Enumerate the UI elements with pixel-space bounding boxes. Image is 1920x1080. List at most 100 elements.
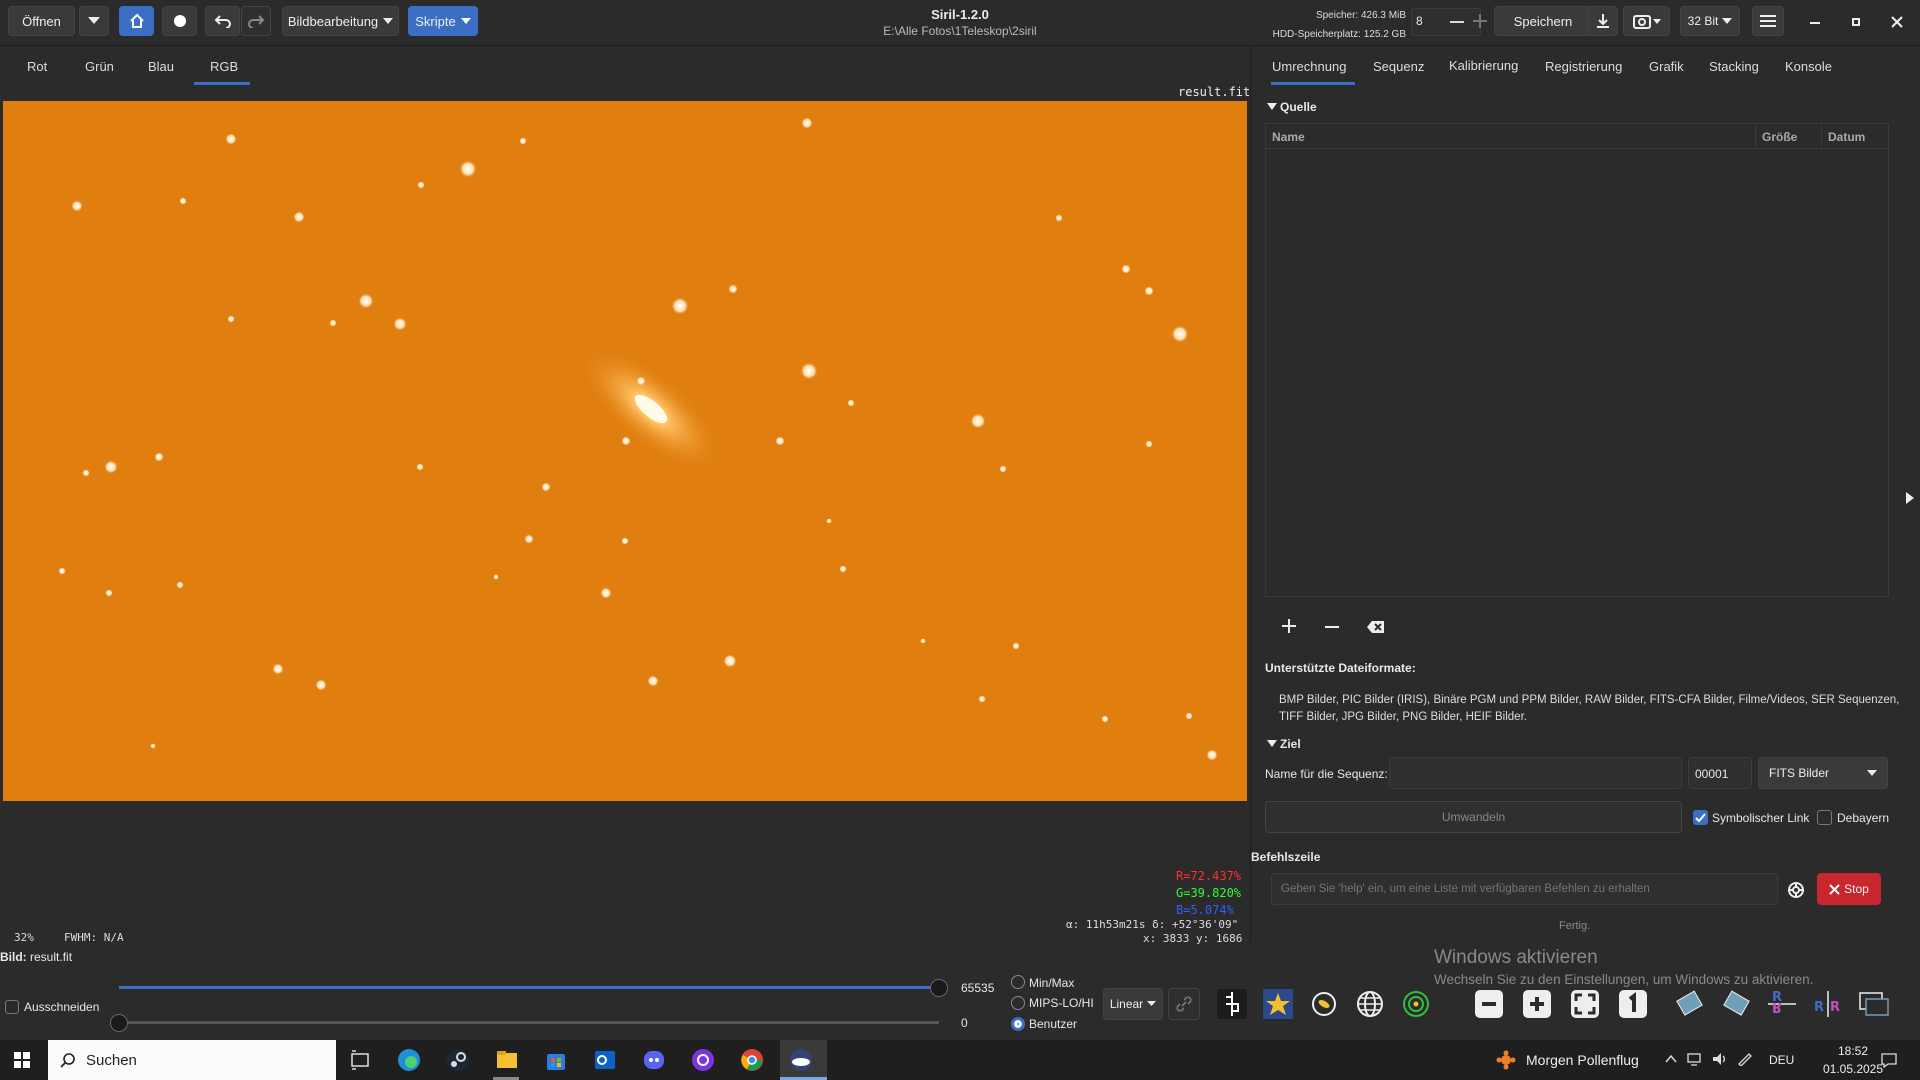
stretch-select[interactable]: Linear xyxy=(1103,988,1163,1020)
tray-icons[interactable] xyxy=(1664,1052,1753,1066)
zoom-fit-icon[interactable] xyxy=(1570,989,1600,1019)
zoom-in-icon[interactable] xyxy=(1522,989,1552,1019)
window-path: E:\Alle Fotos\1Teleskop\2siril xyxy=(883,24,1037,38)
save-button[interactable]: Speichern xyxy=(1494,6,1592,36)
astro-image[interactable] xyxy=(3,101,1247,801)
col-size[interactable]: Größe xyxy=(1756,124,1822,149)
browser-icon[interactable] xyxy=(691,1048,715,1072)
remove-file-button[interactable] xyxy=(1325,626,1339,628)
store-icon[interactable] xyxy=(544,1048,568,1072)
max-slider-handle[interactable] xyxy=(930,979,948,997)
close-button[interactable] xyxy=(1890,15,1904,29)
toggle-icon-group xyxy=(1217,989,1431,1019)
radio-minmax[interactable] xyxy=(1011,975,1025,989)
main-menu-button[interactable] xyxy=(1752,6,1784,36)
min-slider-handle[interactable] xyxy=(110,1014,128,1032)
siril-active-indicator xyxy=(780,1040,827,1080)
windows-icon xyxy=(14,1052,30,1068)
source-section-header[interactable]: Quelle xyxy=(1267,100,1317,114)
recent-dropdown-button[interactable] xyxy=(79,6,109,36)
undo-button[interactable] xyxy=(205,6,240,36)
image-viewer[interactable]: result.fit 32% FWHM: N/A R=72.437% G=39.… xyxy=(0,85,1250,947)
galaxy-search-icon[interactable] xyxy=(1309,989,1339,1019)
rotate-right-icon[interactable] xyxy=(1720,989,1752,1019)
stop-label: Stop xyxy=(1844,882,1869,896)
task-view-icon[interactable] xyxy=(348,1048,372,1072)
bitdepth-menu[interactable]: 32 Bit xyxy=(1680,6,1740,36)
radio-user[interactable] xyxy=(1011,1017,1025,1031)
threads-increment[interactable] xyxy=(1473,14,1487,28)
stop-button[interactable]: Stop xyxy=(1817,873,1881,905)
threads-spinner[interactable]: 8 xyxy=(1411,8,1481,36)
col-name[interactable]: Name xyxy=(1266,124,1756,149)
start-button[interactable] xyxy=(14,1052,30,1068)
rotate-left-icon[interactable] xyxy=(1674,989,1706,1019)
steam-icon[interactable] xyxy=(446,1048,470,1072)
mirror-x-icon[interactable]: RR xyxy=(1766,989,1798,1019)
tab-calibration[interactable]: Kalibrierung xyxy=(1449,58,1518,73)
display-settings-icon[interactable] xyxy=(1858,989,1890,1019)
chrome-icon[interactable] xyxy=(740,1048,764,1072)
add-file-button[interactable] xyxy=(1282,619,1296,633)
panel-toggle-arrow[interactable] xyxy=(1906,492,1914,504)
crop-checkbox[interactable] xyxy=(5,1000,19,1014)
maximize-button[interactable] xyxy=(1852,18,1860,26)
min-slider[interactable] xyxy=(119,1021,939,1024)
color-toggle-icon[interactable] xyxy=(1217,989,1247,1019)
tab-conversion[interactable]: Umrechnung xyxy=(1272,59,1346,74)
tab-blue[interactable]: Blau xyxy=(148,59,174,74)
tab-stacking[interactable]: Stacking xyxy=(1709,59,1759,74)
zoom-out-icon[interactable] xyxy=(1474,989,1504,1019)
command-input[interactable] xyxy=(1271,873,1778,905)
col-date[interactable]: Datum xyxy=(1822,124,1888,149)
target-section-header[interactable]: Ziel xyxy=(1267,737,1301,751)
open-button[interactable]: Öffnen xyxy=(8,6,75,36)
plus-icon xyxy=(1473,14,1487,28)
taskbar-search[interactable]: Suchen xyxy=(48,1040,336,1080)
save-as-button[interactable] xyxy=(1588,6,1618,36)
discord-icon[interactable] xyxy=(642,1048,666,1072)
bitdepth-label: 32 Bit xyxy=(1687,14,1719,28)
outlook-icon[interactable] xyxy=(593,1048,617,1072)
annotate-icon[interactable] xyxy=(1263,989,1293,1019)
output-format-select[interactable]: FITS Bilder xyxy=(1758,757,1888,789)
command-help-button[interactable] xyxy=(1787,881,1805,899)
tab-rgb[interactable]: RGB xyxy=(210,59,238,74)
home-button[interactable] xyxy=(119,6,154,36)
tab-graph[interactable]: Grafik xyxy=(1649,59,1684,74)
tab-console[interactable]: Konsole xyxy=(1785,59,1832,74)
sequence-name-input[interactable] xyxy=(1389,757,1682,789)
clock-time[interactable]: 18:52 xyxy=(1828,1044,1878,1058)
link-button[interactable] xyxy=(1168,988,1200,1020)
language-indicator[interactable]: DEU xyxy=(1769,1053,1794,1067)
activation-watermark-sub: Wechseln Sie zu den Einstellungen, um Wi… xyxy=(1434,972,1814,987)
target-icon[interactable] xyxy=(1401,989,1431,1019)
redo-button[interactable] xyxy=(241,6,271,36)
source-file-list[interactable]: Name Größe Datum xyxy=(1265,123,1889,597)
weather-widget[interactable]: Morgen Pollenflug xyxy=(1496,1050,1639,1070)
convert-button[interactable]: Umwandeln xyxy=(1265,801,1682,833)
tab-registration[interactable]: Registrierung xyxy=(1545,59,1622,74)
clock-date[interactable]: 01.05.2025 xyxy=(1818,1062,1888,1076)
start-index-input[interactable]: 00001 xyxy=(1688,757,1752,789)
zoom-100-icon[interactable] xyxy=(1618,989,1648,1019)
notifications-button[interactable] xyxy=(1880,1052,1898,1068)
symlink-checkbox[interactable] xyxy=(1693,810,1708,825)
tab-red[interactable]: Rot xyxy=(27,59,47,74)
tab-sequence[interactable]: Sequenz xyxy=(1373,59,1424,74)
image-processing-menu[interactable]: Bildbearbeitung xyxy=(282,6,399,36)
radio-mips[interactable] xyxy=(1011,996,1025,1010)
scripts-menu[interactable]: Skripte xyxy=(408,6,478,36)
live-stack-button[interactable] xyxy=(162,6,197,36)
mirror-y-icon[interactable]: RR xyxy=(1812,989,1844,1019)
edge-icon[interactable] xyxy=(397,1048,421,1072)
debayer-checkbox[interactable] xyxy=(1817,810,1832,825)
tab-green[interactable]: Grün xyxy=(85,59,114,74)
threads-decrement[interactable] xyxy=(1450,21,1464,23)
globe-icon[interactable] xyxy=(1355,989,1385,1019)
snapshot-button[interactable] xyxy=(1623,6,1670,36)
minimize-button[interactable] xyxy=(1810,22,1820,24)
max-slider[interactable] xyxy=(119,986,939,989)
file-explorer-icon[interactable] xyxy=(495,1048,519,1072)
clear-list-button[interactable] xyxy=(1367,620,1385,634)
